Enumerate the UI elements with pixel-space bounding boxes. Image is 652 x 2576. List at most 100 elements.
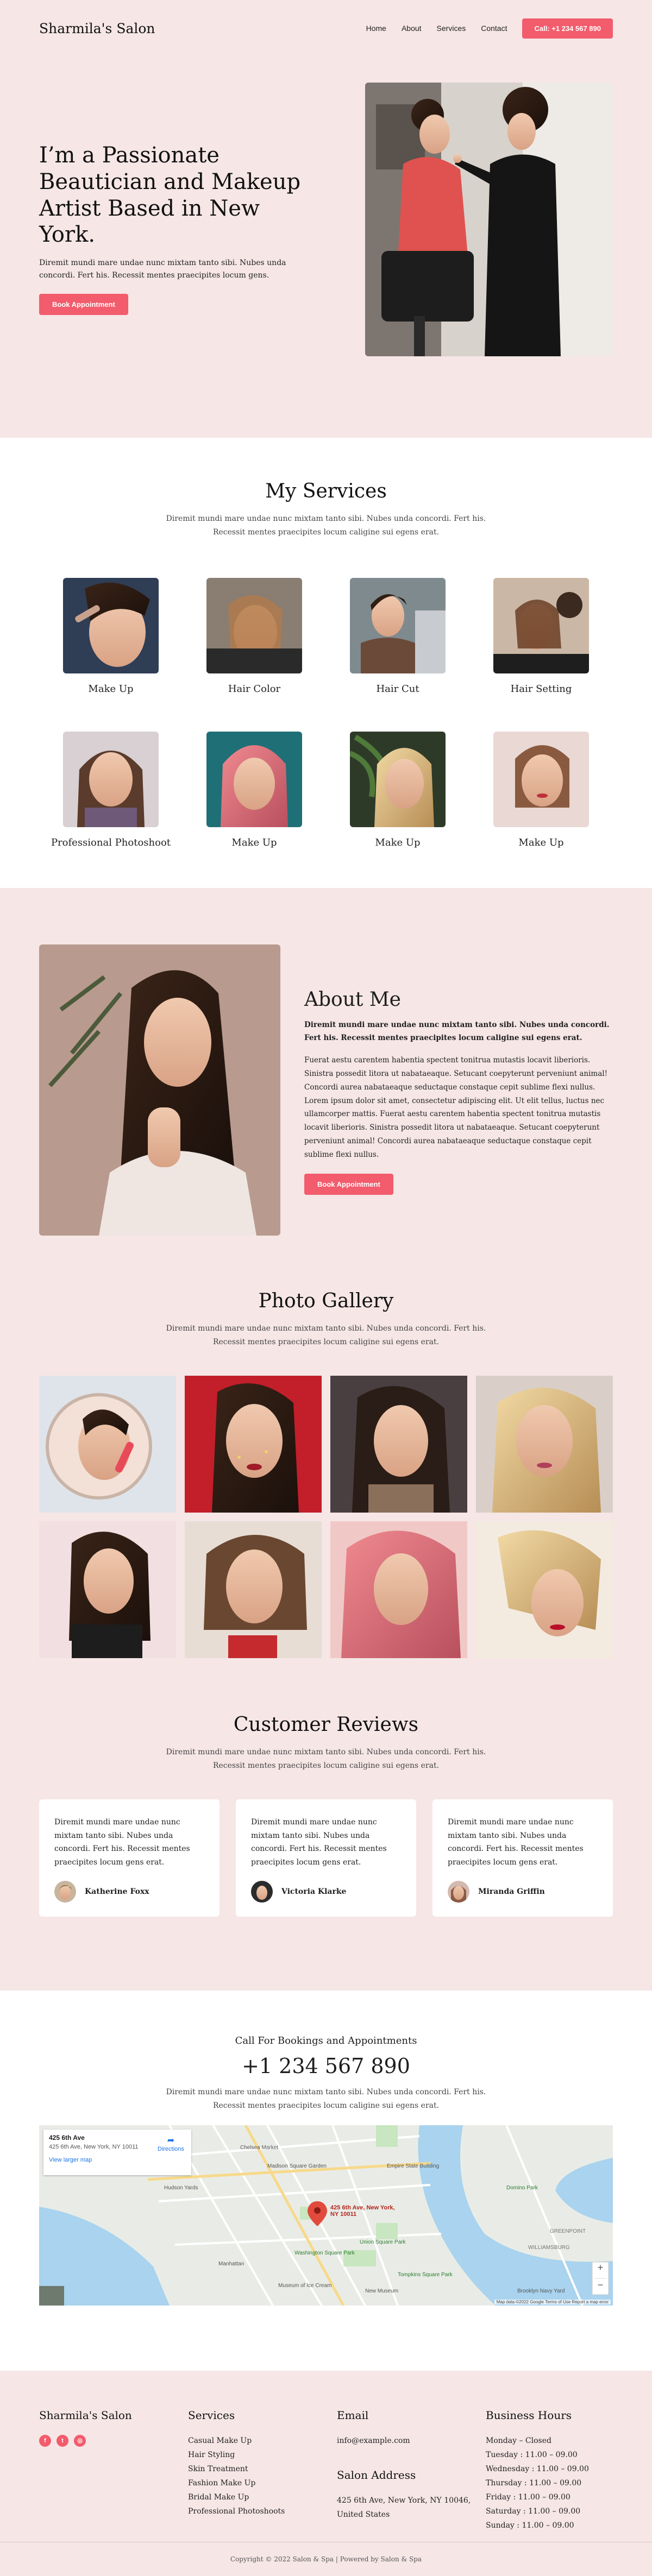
gallery-title: Photo Gallery	[258, 1290, 394, 1312]
gallery-subtitle-line-2: Recessit mentes praecipites locum caligi…	[212, 1337, 440, 1346]
service-image	[206, 578, 302, 673]
reviews-subtitle-line-2: Recessit mentes praecipites locum caligi…	[212, 1761, 440, 1770]
reviews-subtitle: Diremit mundi mare undae nunc mixtam tan…	[39, 1746, 613, 1772]
business-hours-row: Wednesday : 11.00 – 09.00	[486, 2465, 589, 2473]
avatar	[54, 1881, 76, 1903]
review-text: Diremit mundi mare undae nunc mixtam tan…	[448, 1818, 584, 1867]
map-label: New Museum	[365, 2288, 399, 2294]
gallery-photo[interactable]	[476, 1521, 613, 1658]
gallery-photo[interactable]	[330, 1521, 467, 1658]
business-hours-row: Monday – Closed	[486, 2436, 551, 2445]
service-card[interactable]: Make Up	[469, 732, 613, 848]
service-label: Hair Cut	[376, 683, 419, 695]
service-label: Make Up	[375, 837, 421, 848]
map-larger-link[interactable]: View larger map	[49, 2157, 186, 2163]
hero-subtitle: Diremit mundi mare undae nunc mixtam tan…	[39, 259, 286, 280]
footer-brand-column: Sharmila's Salon f t ◎	[39, 2409, 188, 2533]
phone-number[interactable]: +1 234 567 890	[39, 2054, 613, 2078]
reviews-section: Customer Reviews Diremit mundi mare unda…	[0, 1714, 652, 1991]
map-zoom-in-button[interactable]: +	[594, 2262, 606, 2273]
instagram-icon[interactable]: ◎	[74, 2435, 86, 2447]
map-embed[interactable]: 425 6th Ave 425 6th Ave, New York, NY 10…	[39, 2125, 613, 2306]
nav-contact[interactable]: Contact	[481, 24, 507, 33]
reviewer-name: Victoria Klarke	[281, 1887, 347, 1896]
gallery-photo[interactable]	[39, 1521, 176, 1658]
footer-service-link[interactable]: Professional Photoshoots	[188, 2504, 337, 2518]
avatar	[251, 1881, 273, 1903]
service-label: Make Up	[518, 837, 564, 848]
map-label: WILLIAMSBURG	[528, 2245, 570, 2251]
facebook-icon[interactable]: f	[39, 2435, 51, 2447]
service-label: Hair Color	[228, 683, 281, 695]
footer-email-link[interactable]: info@example.com	[337, 2434, 486, 2448]
map-zoom-out-button[interactable]: −	[594, 2279, 606, 2291]
call-label: Call For Bookings and Appointments	[235, 2035, 417, 2046]
services-title: My Services	[265, 480, 387, 502]
nav-about[interactable]: About	[402, 24, 422, 33]
map-attribution[interactable]: Map data ©2022 Google Terms of Use Repor…	[494, 2300, 611, 2304]
copyright: Copyright © 2022 Salon & Spa | Powered b…	[230, 2555, 422, 2563]
map-satellite-toggle[interactable]	[39, 2286, 64, 2306]
map-label: Brooklyn Navy Yard	[517, 2288, 565, 2294]
business-hours-row: Friday : 11.00 – 09.00	[486, 2493, 570, 2502]
site-logo[interactable]: Sharmila's Salon	[39, 21, 155, 36]
gallery-photo[interactable]	[39, 1376, 176, 1513]
business-hours-row: Thursday : 11.00 – 09.00	[486, 2479, 582, 2487]
service-image	[206, 732, 302, 827]
footer-address-title: Salon Address	[337, 2468, 416, 2481]
gallery-photo[interactable]	[185, 1376, 322, 1513]
footer-service-link[interactable]: Casual Make Up	[188, 2434, 337, 2448]
service-image	[63, 578, 159, 673]
map-label: Domino Park	[506, 2185, 538, 2191]
footer-service-link[interactable]: Bridal Make Up	[188, 2490, 337, 2504]
map-pin-label: 425 6th Ave, New York, NY 10011	[330, 2205, 395, 2218]
contact-subtitle-line-2: Recessit mentes praecipites locum caligi…	[212, 2101, 440, 2110]
review-card: Diremit mundi mare undae nunc mixtam tan…	[39, 1799, 220, 1917]
hero-book-appointment-button[interactable]: Book Appointment	[39, 294, 128, 316]
reviews-subtitle-line-1: Diremit mundi mare undae nunc mixtam tan…	[166, 1748, 486, 1756]
call-button[interactable]: Call: +1 234 567 890	[522, 18, 613, 39]
service-image	[350, 578, 446, 673]
nav-home[interactable]: Home	[366, 24, 386, 33]
service-label: Professional Photoshoot	[51, 837, 171, 848]
service-card[interactable]: Hair Color	[183, 578, 326, 695]
about-section: About Me Diremit mundi mare undae nunc m…	[0, 888, 652, 1290]
map-directions-button[interactable]: ➦ Directions	[158, 2135, 184, 2152]
services-subtitle-line-2: Recessit mentes praecipites locum caligi…	[212, 527, 440, 537]
footer-service-link[interactable]: Fashion Make Up	[188, 2476, 337, 2490]
service-card[interactable]: Make Up	[183, 732, 326, 848]
contact-subtitle: Diremit mundi mare undae nunc mixtam tan…	[39, 2086, 613, 2112]
map-directions-label: Directions	[158, 2146, 184, 2152]
service-label: Hair Setting	[510, 683, 572, 695]
hero: I’m a Passionate Beautician and Makeup A…	[39, 56, 613, 438]
map-place-address: 425 6th Ave, New York, NY 10011	[49, 2144, 139, 2150]
about-bold-text: Diremit mundi mare undae nunc mixtam tan…	[304, 1021, 610, 1043]
services-subtitle-line-1: Diremit mundi mare undae nunc mixtam tan…	[166, 514, 486, 523]
hero-section: Sharmila's Salon Home About Services Con…	[0, 0, 652, 438]
map-info-card: 425 6th Ave 425 6th Ave, New York, NY 10…	[43, 2130, 191, 2175]
about-book-appointment-button[interactable]: Book Appointment	[304, 1174, 393, 1195]
gallery-photo[interactable]	[330, 1376, 467, 1513]
services-section: My Services Diremit mundi mare undae nun…	[0, 438, 652, 888]
gallery-subtitle: Diremit mundi mare undae nunc mixtam tan…	[39, 1322, 613, 1349]
site-header: Sharmila's Salon Home About Services Con…	[39, 0, 613, 56]
nav-services[interactable]: Services	[437, 24, 466, 33]
social-links: f t ◎	[39, 2435, 188, 2447]
service-card[interactable]: Make Up	[39, 578, 183, 695]
service-image	[350, 732, 446, 827]
twitter-icon[interactable]: t	[57, 2435, 68, 2447]
service-card[interactable]: Hair Cut	[326, 578, 469, 695]
footer-hours-title: Business Hours	[486, 2409, 572, 2422]
service-card[interactable]: Hair Setting	[469, 578, 613, 695]
map-label: Madison Square Garden	[267, 2163, 327, 2169]
gallery-photo[interactable]	[476, 1376, 613, 1513]
service-card[interactable]: Professional Photoshoot	[39, 732, 183, 848]
business-hours-row: Tuesday : 11.00 – 09.00	[486, 2451, 578, 2459]
hero-image	[365, 83, 613, 356]
footer-services-column: Services Casual Make Up Hair Styling Ski…	[188, 2409, 337, 2533]
map-label: GREENPOINT	[550, 2228, 586, 2234]
footer-service-link[interactable]: Hair Styling	[188, 2448, 337, 2462]
footer-service-link[interactable]: Skin Treatment	[188, 2462, 337, 2476]
service-card[interactable]: Make Up	[326, 732, 469, 848]
gallery-photo[interactable]	[185, 1521, 322, 1658]
